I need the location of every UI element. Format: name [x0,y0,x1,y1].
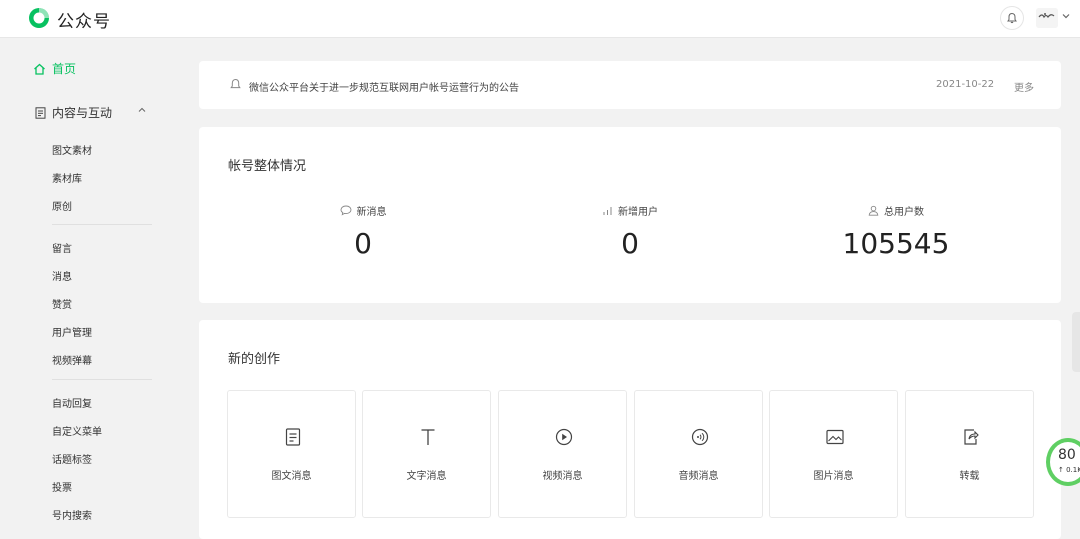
top-bar: 公众号 [0,0,1080,38]
create-repost-button[interactable]: 转载 [905,390,1034,518]
wechat-logo-icon[interactable] [27,6,51,30]
sidebar-item-auto-reply[interactable]: 自动回复 [52,395,92,410]
create-image-button[interactable]: 图片消息 [769,390,898,518]
brand-title[interactable]: 公众号 [57,7,111,32]
sidebar: 首页 内容与互动 图文素材 素材库 原创 留言 消息 赞赏 用户管理 视频弹幕 … [0,38,180,539]
tile-label: 音频消息 [678,471,719,482]
play-icon [555,428,573,446]
sidebar-item-comments[interactable]: 留言 [52,240,72,255]
sidebar-item-asset-library[interactable]: 素材库 [52,170,82,185]
create-text-button[interactable]: 文字消息 [362,390,491,518]
user-icon [868,205,879,216]
sidebar-item-home[interactable]: 首页 [33,60,76,77]
document-icon [285,428,301,446]
new-creation-card: 新的创作 图文消息 文字消息 视频消息 音频消息 图片消息 转载 [199,320,1061,539]
create-article-button[interactable]: 图文消息 [227,390,356,518]
sidebar-item-label: 首页 [52,62,77,76]
sidebar-item-article-assets[interactable]: 图文素材 [52,142,92,157]
stat-new-users[interactable]: 新增用户 0 [530,203,730,260]
sidebar-item-in-account-search[interactable]: 号内搜索 [52,507,92,522]
notice-bar: 微信公众平台关于进一步规范互联网用户帐号运营行为的公告 2021-10-22 更… [199,61,1061,109]
sidebar-item-original[interactable]: 原创 [52,198,72,213]
create-audio-button[interactable]: 音频消息 [634,390,763,518]
bar-chart-icon [603,207,612,215]
sidebar-divider [52,379,152,380]
tile-label: 视频消息 [542,471,583,482]
document-icon [35,106,46,119]
text-icon [421,429,435,445]
speed-rate: ↑ 0.1K/s [1058,466,1080,474]
stat-label: 新消息 [356,207,387,218]
stat-new-messages[interactable]: 新消息 0 [263,203,463,260]
audio-icon [691,428,709,446]
creation-title: 新的创作 [228,352,281,367]
message-bubble-icon [340,205,351,216]
sidebar-item-video-danmaku[interactable]: 视频弹幕 [52,352,92,367]
account-overview-card: 帐号整体情况 新消息 0 新增用户 0 总用户数 105545 [199,127,1061,303]
chevron-down-icon[interactable] [1061,11,1071,21]
sidebar-item-user-management[interactable]: 用户管理 [52,324,92,339]
chevron-up-icon[interactable] [137,105,147,115]
sidebar-item-topic-tags[interactable]: 话题标签 [52,451,92,466]
notice-text[interactable]: 微信公众平台关于进一步规范互联网用户帐号运营行为的公告 [249,79,519,94]
speed-percent: 80 [1058,447,1076,463]
sidebar-item-custom-menu[interactable]: 自定义菜单 [52,423,102,438]
sidebar-section-content[interactable]: 内容与互动 [35,104,147,121]
tile-label: 文字消息 [406,471,447,482]
tile-label: 图文消息 [271,471,312,482]
stat-total-users[interactable]: 总用户数 105545 [796,203,996,260]
avatar[interactable] [1036,8,1058,28]
sidebar-section-label: 内容与互动 [52,106,113,120]
bell-icon [1007,12,1017,24]
notice-date: 2021-10-22 [936,79,995,90]
overview-title: 帐号整体情况 [228,159,307,174]
stat-value: 105545 [842,227,950,260]
sidebar-divider [52,224,152,225]
share-icon [964,429,979,445]
bell-icon [230,78,241,89]
stat-value: 0 [621,227,639,260]
stat-value: 0 [354,227,372,260]
create-video-button[interactable]: 视频消息 [498,390,627,518]
sidebar-item-rewards[interactable]: 赞赏 [52,296,72,311]
image-icon [826,429,844,445]
tile-label: 转载 [959,471,980,482]
right-edge-tab[interactable] [1072,312,1080,372]
avatar-image [1036,8,1058,28]
sidebar-item-vote[interactable]: 投票 [52,479,72,494]
sidebar-item-messages[interactable]: 消息 [52,268,72,283]
notification-button[interactable] [1000,6,1024,30]
tile-label: 图片消息 [813,471,854,482]
notice-more-link[interactable]: 更多 [1014,79,1034,94]
stat-label: 新增用户 [618,207,658,218]
stat-label: 总用户数 [884,207,924,218]
home-icon [34,63,45,75]
